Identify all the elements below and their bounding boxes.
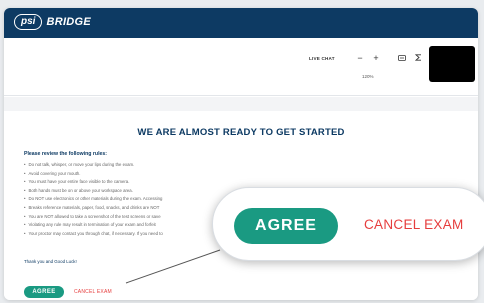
rules-title: Please review the following rules: <box>24 151 108 157</box>
keyboard-icon[interactable] <box>396 52 408 64</box>
toolbar: LIVE CHAT − + 120% <box>4 38 478 96</box>
logo-mark: psi <box>14 14 43 30</box>
list-item: Do NOT use electronics or other material… <box>24 195 163 204</box>
live-chat-button[interactable]: LIVE CHAT <box>309 56 335 61</box>
agree-button-zoomed[interactable]: AGREE <box>234 208 338 244</box>
agree-button[interactable]: AGREE <box>24 286 64 298</box>
webcam-preview <box>429 46 475 82</box>
toolbar-separator <box>4 97 478 111</box>
zoom-level: 120% <box>362 74 374 79</box>
list-item: Breaks reference materials, paper, food,… <box>24 204 163 213</box>
page-title: WE ARE ALMOST READY TO GET STARTED <box>137 127 345 138</box>
sigma-icon[interactable] <box>412 52 424 64</box>
zoom-callout: AGREE CANCEL EXAM <box>212 187 484 261</box>
zoom-in-icon[interactable]: + <box>370 52 382 64</box>
list-item: You are NOT allowed to take a screenshot… <box>24 213 163 222</box>
rules-list: Do not talk, whisper, or move your lips … <box>24 161 163 238</box>
list-item: Your proctor may contact you through cha… <box>24 230 163 239</box>
list-item: Violating any rule may result in termina… <box>24 221 163 230</box>
stage: psi BRIDGE LIVE CHAT − + 120% WE ARE ALM… <box>0 0 484 303</box>
list-item: You must have your entire face visible t… <box>24 178 163 187</box>
logo: psi BRIDGE <box>14 14 91 30</box>
list-item: Avoid covering your mouth. <box>24 170 163 179</box>
logo-text: BRIDGE <box>46 16 92 28</box>
list-item: Both hands must be on or above your work… <box>24 187 163 196</box>
zoom-out-icon[interactable]: − <box>354 52 366 64</box>
thanks-text: Thank you and Good Luck! <box>24 259 77 264</box>
list-item: Do not talk, whisper, or move your lips … <box>24 161 163 170</box>
title-bar: psi BRIDGE <box>4 8 478 38</box>
cancel-exam-button[interactable]: CANCEL EXAM <box>74 289 112 295</box>
cancel-exam-button-zoomed[interactable]: CANCEL EXAM <box>364 217 464 232</box>
